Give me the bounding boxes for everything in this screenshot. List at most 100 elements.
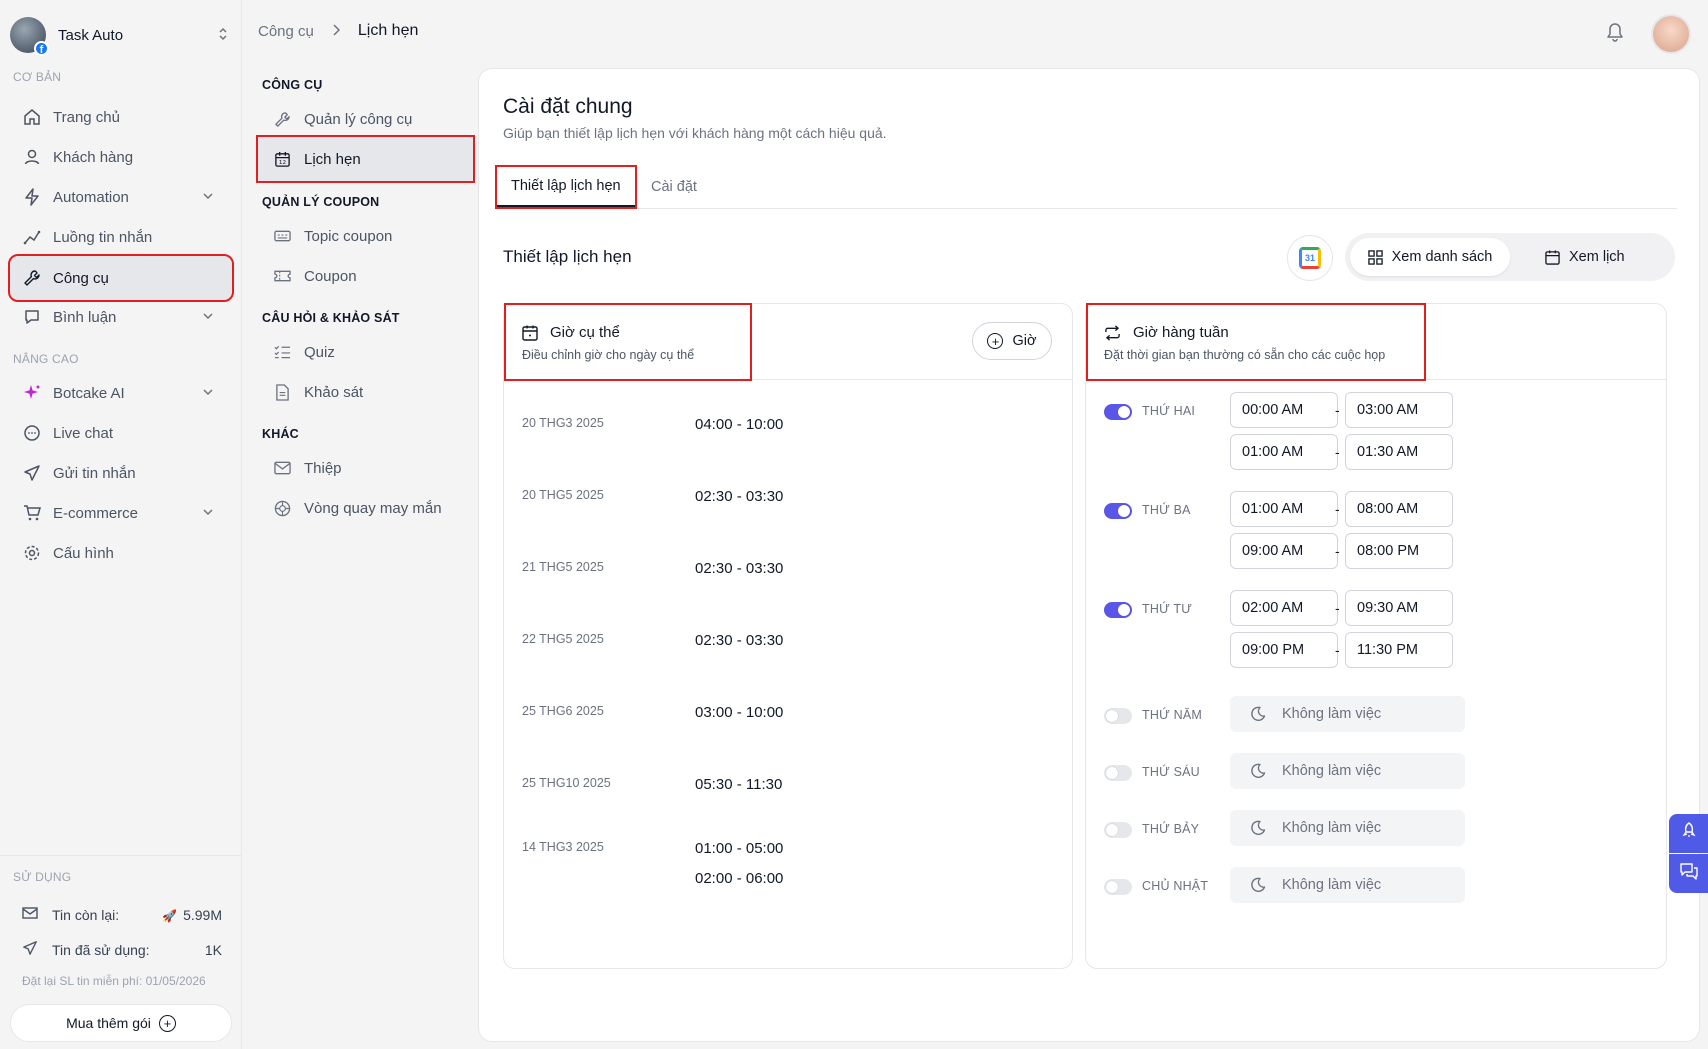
time-start-input[interactable]: 09:00 PM — [1230, 632, 1338, 668]
sidebar-item-settings[interactable]: Cấu hình — [10, 532, 232, 574]
sidebar-item-customers[interactable]: Khách hàng — [10, 136, 232, 178]
override-date: 25 THG10 2025 — [522, 776, 611, 790]
workspace-switcher[interactable]: f Task Auto — [10, 16, 232, 56]
time-start-input[interactable]: 02:00 AM — [1230, 590, 1338, 626]
subgroup-title-other: KHÁC — [262, 427, 299, 441]
bell-icon[interactable] — [1606, 22, 1624, 47]
ticket-icon — [272, 269, 292, 283]
wrench-icon — [22, 268, 42, 288]
google-calendar-button[interactable]: 31 — [1287, 235, 1333, 281]
subitem-appointments[interactable]: 12 Lịch hẹn — [256, 135, 475, 183]
wrench-icon — [272, 111, 292, 128]
subitem-label: Coupon — [304, 267, 357, 285]
breadcrumb-parent[interactable]: Công cụ — [258, 23, 314, 40]
view-calendar-button[interactable]: Xem lịch — [1545, 238, 1625, 276]
rocket-icon — [1680, 822, 1698, 845]
gear-icon — [22, 543, 42, 563]
envelope-icon — [272, 461, 292, 475]
day-toggle[interactable] — [1104, 602, 1132, 618]
time-dash: - — [1335, 501, 1340, 517]
subitem-topic-coupon[interactable]: Topic coupon — [258, 215, 473, 257]
specific-hours-title-text: Giờ cụ thể — [550, 324, 620, 341]
day-name: THỨ BA — [1142, 503, 1191, 517]
override-date: 20 THG3 2025 — [522, 416, 604, 430]
subitem-label: Quản lý công cụ — [304, 110, 413, 128]
main-panel: Cài đặt chung Giúp bạn thiết lập lịch hẹ… — [478, 68, 1700, 1042]
sidebar-item-message-flow[interactable]: Luồng tin nhắn — [10, 216, 232, 258]
day-name: THỨ NĂM — [1142, 708, 1202, 722]
override-date: 25 THG6 2025 — [522, 704, 604, 718]
specific-hours-subtitle: Điều chỉnh giờ cho ngày cụ thể — [522, 348, 695, 362]
facebook-icon: f — [34, 41, 49, 56]
page-title: Cài đặt chung — [503, 95, 633, 118]
subitem-survey[interactable]: Khảo sát — [258, 371, 473, 413]
day-name: THỨ TƯ — [1142, 602, 1193, 616]
subitem-coupon[interactable]: Coupon — [258, 255, 473, 297]
time-end-input[interactable]: 01:30 AM — [1345, 434, 1453, 470]
sidebar-item-comments[interactable]: Bình luận — [10, 296, 232, 338]
day-toggle[interactable] — [1104, 404, 1132, 420]
user-icon — [22, 147, 42, 167]
tab-settings[interactable]: Cài đặt — [651, 167, 697, 207]
sidebar-item-tools[interactable]: Công cụ — [8, 254, 234, 302]
time-end-input[interactable]: 11:30 PM — [1345, 632, 1453, 668]
highlight-box — [504, 303, 752, 381]
checklist-icon — [272, 344, 292, 360]
launch-button[interactable] — [1669, 814, 1708, 853]
not-working-label: Không làm việc — [1282, 877, 1382, 893]
time-end-input[interactable]: 08:00 AM — [1345, 491, 1453, 527]
support-chat-button[interactable] — [1669, 854, 1708, 893]
time-start-input[interactable]: 09:00 AM — [1230, 533, 1338, 569]
repeat-icon — [1104, 324, 1121, 341]
day-toggle[interactable] — [1104, 765, 1132, 781]
day-toggle[interactable] — [1104, 708, 1132, 724]
buy-more-button[interactable]: Mua thêm gói + — [10, 1004, 232, 1042]
sidebar-item-botcake-ai[interactable]: Botcake AI — [10, 372, 232, 414]
time-start-input[interactable]: 01:00 AM — [1230, 491, 1338, 527]
time-start-input[interactable]: 01:00 AM — [1230, 434, 1338, 470]
sidebar-item-send-message[interactable]: Gửi tin nhắn — [10, 452, 232, 494]
send-icon — [22, 940, 40, 959]
chevron-right-icon — [332, 23, 340, 40]
subitem-manage-tools[interactable]: Quản lý công cụ — [258, 98, 473, 140]
sidebar-item-home[interactable]: Trang chủ — [10, 96, 232, 138]
usage-remaining-label: Tin còn lại: — [52, 906, 120, 923]
time-end-input[interactable]: 03:00 AM — [1345, 392, 1453, 428]
day-name: THỨ BẢY — [1142, 822, 1200, 836]
usage-remaining: Tin còn lại: 🚀 5.99M — [22, 906, 222, 923]
usage-remaining-number: 5.99M — [183, 906, 222, 923]
time-start-input[interactable]: 00:00 AM — [1230, 392, 1338, 428]
chevron-down-icon — [202, 189, 214, 206]
sidebar-item-automation[interactable]: Automation — [10, 176, 232, 218]
time-end-input[interactable]: 09:30 AM — [1345, 590, 1453, 626]
sidebar-item-label: Trang chủ — [53, 108, 120, 126]
subitem-lucky-wheel[interactable]: Vòng quay may mắn — [258, 487, 473, 529]
breadcrumb: Công cụ Lịch hẹn — [258, 22, 418, 40]
weekly-hours-header: Giờ hàng tuần Đặt thời gian bạn thường c… — [1086, 303, 1666, 381]
calendar-icon: 12 — [272, 151, 292, 168]
keyboard-icon — [272, 229, 292, 243]
not-working-label: Không làm việc — [1282, 763, 1382, 779]
time-end-input[interactable]: 08:00 PM — [1345, 533, 1453, 569]
subitem-card[interactable]: Thiệp — [258, 447, 473, 489]
tab-appointment-setup[interactable]: Thiết lập lịch hẹn — [495, 165, 637, 209]
weekly-hours-title: Giờ hàng tuần — [1104, 324, 1229, 341]
usage-remaining-value: 🚀 5.99M — [162, 907, 222, 923]
sidebar-item-live-chat[interactable]: Live chat — [10, 412, 232, 454]
not-working-label: Không làm việc — [1282, 820, 1382, 836]
calendar-icon — [1545, 249, 1560, 265]
svg-text:12: 12 — [278, 160, 286, 166]
subitem-quiz[interactable]: Quiz — [258, 331, 473, 373]
day-name: CHỦ NHẬT — [1142, 879, 1209, 893]
day-toggle[interactable] — [1104, 503, 1132, 519]
weekly-hours-card: Giờ hàng tuần Đặt thời gian bạn thường c… — [1085, 303, 1667, 969]
subgroup-title-coupon: QUẢN LÝ COUPON — [262, 195, 380, 209]
user-avatar[interactable] — [1651, 14, 1691, 54]
sidebar-item-ecommerce[interactable]: E-commerce — [10, 492, 232, 534]
override-time: 02:30 - 03:30 — [695, 560, 784, 577]
day-toggle[interactable] — [1104, 822, 1132, 838]
view-list-button[interactable]: Xem danh sách — [1350, 238, 1510, 276]
subitem-label: Quiz — [304, 343, 335, 361]
day-toggle[interactable] — [1104, 879, 1132, 895]
add-hour-button[interactable]: + Giờ — [972, 322, 1052, 360]
